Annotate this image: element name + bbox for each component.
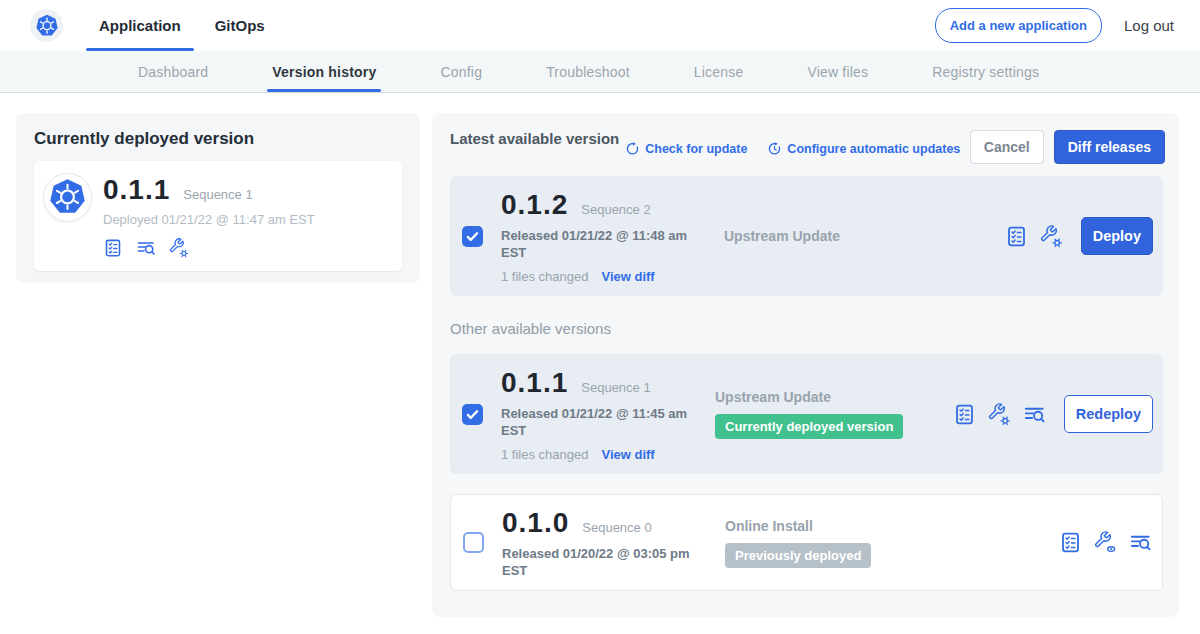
other-versions-label: Other available versions — [450, 320, 1165, 337]
top-navbar: Application GitOps Add a new application… — [0, 0, 1200, 51]
preflight-checks-icon[interactable] — [1059, 531, 1082, 554]
check-icon — [464, 228, 481, 245]
active-subtab-underline — [267, 89, 381, 92]
currently-deployed-title: Currently deployed version — [34, 129, 402, 149]
version-source-label: Online Install — [725, 518, 975, 534]
version-row-0.1.2: 0.1.2 Sequence 2 Released 01/21/22 @ 11:… — [450, 176, 1163, 296]
view-config-icon[interactable] — [1094, 531, 1117, 554]
version-number: 0.1.0 — [502, 507, 569, 539]
version-source-label: Upstream Update — [715, 389, 953, 405]
latest-version-title: Latest available version — [450, 130, 619, 147]
version-number: 0.1.2 — [501, 189, 568, 221]
auto-update-icon — [767, 141, 782, 156]
deployed-version-card: 0.1.1 Sequence 1 Deployed 01/21/22 @ 11:… — [34, 161, 402, 271]
check-icon — [464, 406, 481, 423]
nav-tab-gitops-label: GitOps — [215, 17, 265, 34]
diff-releases-button[interactable]: Diff releases — [1054, 130, 1165, 164]
sequence-label: Sequence 1 — [581, 380, 650, 395]
sequence-label: Sequence 0 — [582, 520, 651, 535]
check-for-update-link[interactable]: Check for update — [625, 141, 747, 156]
main-content: Currently deployed version 0.1.1 Sequenc… — [0, 93, 1200, 634]
previously-deployed-badge: Previously deployed — [725, 543, 871, 568]
nav-tab-application-label: Application — [99, 17, 181, 34]
kubernetes-logo-icon — [35, 14, 59, 38]
subnav-tab-version-history[interactable]: Version history — [272, 51, 376, 92]
deployed-sequence-label: Sequence 1 — [183, 187, 252, 202]
edit-config-icon[interactable] — [169, 238, 189, 258]
version-checkbox[interactable] — [462, 226, 483, 247]
released-timestamp: Released 01/21/22 @ 11:45 am EST — [501, 405, 697, 439]
files-changed-label: 1 files changed — [501, 447, 588, 462]
app-logo — [30, 9, 63, 42]
view-logs-icon[interactable] — [1023, 403, 1046, 426]
version-number: 0.1.1 — [501, 367, 568, 399]
version-checkbox[interactable] — [463, 532, 484, 553]
view-diff-link[interactable]: View diff — [601, 447, 654, 462]
files-changed-label: 1 files changed — [501, 269, 588, 284]
deployed-version-number: 0.1.1 — [103, 174, 170, 206]
subnav-tab-view-files[interactable]: View files — [807, 51, 868, 92]
currently-deployed-card: Currently deployed version 0.1.1 Sequenc… — [16, 113, 420, 283]
view-logs-icon[interactable] — [136, 238, 156, 258]
view-logs-icon[interactable] — [1129, 531, 1152, 554]
version-row-0.1.1: 0.1.1 Sequence 1 Released 01/21/22 @ 11:… — [450, 354, 1163, 474]
version-history-panel: Latest available version Check for updat… — [432, 113, 1179, 617]
logout-button[interactable]: Log out — [1124, 17, 1174, 34]
subnav-tab-license[interactable]: License — [694, 51, 744, 92]
kubernetes-logo-icon — [48, 178, 87, 217]
preflight-checks-icon[interactable] — [953, 403, 976, 426]
cancel-button[interactable]: Cancel — [970, 130, 1044, 164]
edit-config-icon[interactable] — [988, 403, 1011, 426]
version-source-label: Upstream Update — [724, 228, 974, 244]
subnav-tab-registry-settings[interactable]: Registry settings — [932, 51, 1039, 92]
app-icon-badge — [44, 174, 91, 221]
subnav-tab-dashboard[interactable]: Dashboard — [138, 51, 208, 92]
nav-tab-gitops[interactable]: GitOps — [202, 0, 278, 51]
refresh-icon — [625, 141, 640, 156]
app-subnav: Dashboard Version history Config Trouble… — [0, 51, 1200, 93]
edit-config-icon[interactable] — [1040, 225, 1063, 248]
view-diff-link[interactable]: View diff — [601, 269, 654, 284]
nav-tab-application[interactable]: Application — [86, 0, 194, 51]
add-application-button[interactable]: Add a new application — [935, 8, 1102, 43]
redeploy-button[interactable]: Redeploy — [1064, 395, 1153, 433]
subnav-tab-troubleshoot[interactable]: Troubleshoot — [546, 51, 630, 92]
currently-deployed-badge: Currently deployed version — [715, 414, 903, 439]
sequence-label: Sequence 2 — [581, 202, 650, 217]
released-timestamp: Released 01/20/22 @ 03:05 pm EST — [502, 545, 698, 579]
version-row-0.1.0: 0.1.0 Sequence 0 Released 01/20/22 @ 03:… — [450, 494, 1163, 591]
panel-header: Latest available version Check for updat… — [450, 130, 1165, 163]
version-checkbox[interactable] — [462, 404, 483, 425]
configure-automatic-updates-link[interactable]: Configure automatic updates — [767, 141, 960, 156]
subnav-tab-config[interactable]: Config — [440, 51, 482, 92]
preflight-checks-icon[interactable] — [103, 238, 123, 258]
deploy-button[interactable]: Deploy — [1081, 217, 1153, 255]
released-timestamp: Released 01/21/22 @ 11:48 am EST — [501, 227, 697, 261]
deployed-timestamp: Deployed 01/21/22 @ 11:47 am EST — [103, 212, 315, 227]
preflight-checks-icon[interactable] — [1005, 225, 1028, 248]
